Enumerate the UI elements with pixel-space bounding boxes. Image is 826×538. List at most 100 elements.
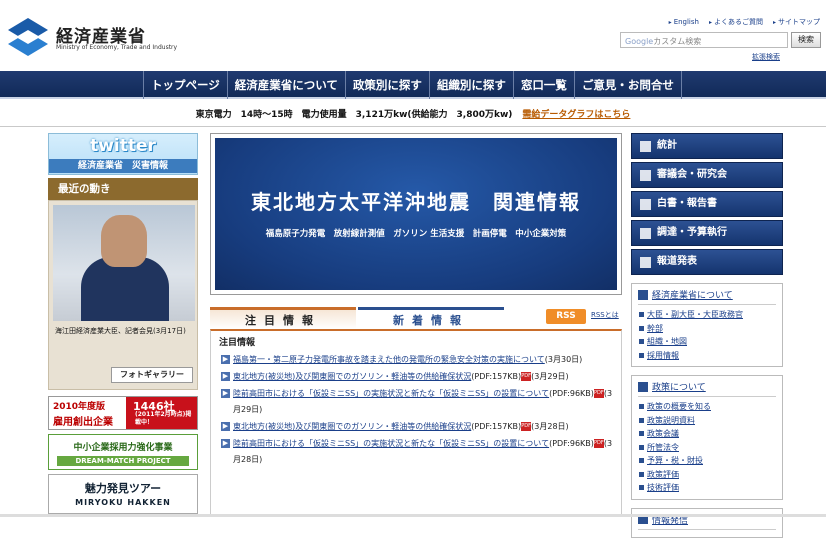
news-tabs: 注目情報 新着情報 RSS RSSとは — [210, 307, 622, 329]
pdf-icon: PDF — [593, 389, 604, 398]
nav-top-page[interactable]: トップページ — [143, 71, 227, 99]
english-link[interactable]: English — [669, 17, 699, 27]
chart-icon — [640, 140, 651, 152]
press-release-button[interactable]: 報道発表 — [631, 249, 783, 275]
nav-by-organization[interactable]: 組織別に探す — [428, 71, 513, 99]
right-column: 統計 審議会・研究会 白書・報告書 調達・予算執行 報道発表 経済産業省について… — [631, 133, 783, 538]
press-label: 報道発表 — [657, 256, 697, 267]
news-date: (3月29日) — [531, 372, 569, 381]
news-link[interactable]: 東北地方(被災地)及び関東圏でのガソリン・軽油等の供給確保状況 — [233, 422, 471, 431]
google-brand: Google — [625, 37, 654, 46]
book-icon — [640, 198, 651, 210]
rss-about-link[interactable]: RSSとは — [591, 310, 619, 320]
recent-photo-box: 海江田経済産業大臣、記者会見(3月17日) フォトギャラリー — [48, 200, 198, 390]
policy-overview-link[interactable]: 政策の概要を知る — [638, 400, 776, 414]
news-size: (PDF:157KB) — [471, 422, 522, 431]
procurement-button[interactable]: 調達・予算執行 — [631, 220, 783, 246]
advanced-search-link[interactable]: 拡張検索 — [752, 52, 780, 62]
divider — [0, 126, 826, 127]
tab-featured[interactable]: 注目情報 — [210, 307, 356, 329]
recruitment-link[interactable]: 採用情報 — [638, 349, 776, 363]
photo-gallery-button[interactable]: フォトギャラリー — [111, 367, 193, 383]
policy-meeting-link[interactable]: 政策会議 — [638, 427, 776, 441]
power-graph-link[interactable]: 需給データグラフはこちら — [522, 110, 630, 120]
twitter-logo: twitter — [90, 136, 156, 156]
hero-subtitle: 福島原子力発電 放射線計測値 ガソリン 生活支援 計画停電 中小企業対策 — [265, 229, 567, 239]
banner1-title: 雇用創出企業 — [53, 417, 113, 428]
tech-evaluation-link[interactable]: 技術評価 — [638, 481, 776, 495]
nav-by-policy[interactable]: 政策別に探す — [344, 71, 429, 99]
policy-box-title: 政策について — [652, 383, 706, 393]
minister-link[interactable]: 大臣・副大臣・大臣政務官 — [638, 308, 776, 322]
photo-head — [101, 215, 147, 267]
policy-box: 政策について 政策の概要を知る 政策説明資料 政策会議 所管法令 予算・税・財投… — [631, 375, 783, 500]
recent-heading: 最近の動き — [48, 178, 198, 200]
stats-label: 統計 — [657, 140, 677, 151]
news-panel: 注目情報 福島第一・第二原子力発電所事故を踏まえた他の発電所の緊急安全対策の実施… — [210, 329, 622, 515]
yen-icon — [640, 227, 651, 239]
nav-contacts[interactable]: 窓口一覧 — [512, 71, 574, 99]
logo-subtitle: Ministry of Economy, Trade and Industry — [56, 44, 178, 51]
arrow-icon — [638, 289, 648, 300]
pdf-icon: PDF — [593, 439, 604, 448]
laws-link[interactable]: 所管法令 — [638, 441, 776, 455]
top-links: English よくあるご質問 サイトマップ — [669, 17, 820, 27]
list-item: 陸前高田市における「仮設ミニSS」の実施状況と新たな「仮設ミニSS」の設置につい… — [219, 386, 613, 418]
news-link[interactable]: 福島第一・第二原子力発電所事故を踏まえた他の発電所の緊急安全対策の実施について — [233, 355, 545, 364]
pdf-icon: PDF — [521, 372, 532, 381]
sitemap-link[interactable]: サイトマップ — [773, 17, 820, 27]
council-label: 審議会・研究会 — [657, 169, 727, 180]
news-size: (PDF:157KB) — [471, 372, 522, 381]
banner1-note: (2011年2月時点)掲載中！ — [135, 411, 192, 426]
about-box: 経済産業省について 大臣・副大臣・大臣政務官 幹部 組織・地図 採用情報 — [631, 283, 783, 367]
executives-link[interactable]: 幹部 — [638, 322, 776, 336]
info-box: 情報発信 — [631, 507, 783, 538]
job-creation-banner[interactable]: 2010年度版 雇用創出企業 1446社 (2011年2月時点)掲載中！ — [48, 396, 198, 430]
search-button[interactable]: 検索 — [791, 32, 821, 48]
center-column: 東北地方太平洋沖地震 関連情報 福島原子力発電 放射線計測値 ガソリン 生活支援… — [210, 133, 622, 515]
council-button[interactable]: 審議会・研究会 — [631, 162, 783, 188]
stats-button[interactable]: 統計 — [631, 133, 783, 159]
search-placeholder: カスタム検索 — [653, 37, 702, 46]
about-box-heading[interactable]: 経済産業省について — [638, 288, 776, 305]
news-heading: 注目情報 — [219, 338, 256, 348]
left-column: twitter 経済産業省 災害情報 最近の動き 海江田経済産業大臣、記者会見(… — [48, 133, 198, 514]
budget-link[interactable]: 予算・税・財投 — [638, 454, 776, 468]
banner2-title: 中小企業採用力強化事業 — [73, 443, 173, 453]
photo-caption[interactable]: 海江田経済産業大臣、記者会見(3月17日) — [55, 325, 186, 338]
twitter-banner[interactable]: twitter 経済産業省 災害情報 — [48, 133, 198, 175]
faq-link[interactable]: よくあるご質問 — [709, 17, 763, 27]
pdf-icon: PDF — [521, 422, 532, 431]
policy-materials-link[interactable]: 政策説明資料 — [638, 414, 776, 428]
search-input[interactable]: Googleカスタム検索 — [620, 32, 788, 48]
whitepaper-button[interactable]: 白書・報告書 — [631, 191, 783, 217]
main-nav: トップページ 経済産業省について 政策別に探す 組織別に探す 窓口一覧 ご意見・… — [0, 71, 826, 99]
miryoku-banner[interactable]: 魅力発見ツアー MIRYOKU HAKKEN — [48, 474, 198, 514]
news-link[interactable]: 陸前高田市における「仮設ミニSS」の実施状況と新たな「仮設ミニSS」の設置につい… — [233, 439, 549, 448]
news-link[interactable]: 陸前高田市における「仮設ミニSS」の実施状況と新たな「仮設ミニSS」の設置につい… — [233, 389, 549, 398]
tab-new[interactable]: 新着情報 — [358, 307, 504, 329]
nav-feedback[interactable]: ご意見・お問合せ — [573, 71, 682, 99]
earthquake-hero-banner[interactable]: 東北地方太平洋沖地震 関連情報 福島原子力発電 放射線計測値 ガソリン 生活支援… — [210, 133, 622, 295]
banner1-year: 2010年度版 — [53, 402, 106, 412]
rss-icon[interactable]: RSS — [546, 309, 586, 324]
press-icon — [640, 256, 651, 268]
whitepaper-label: 白書・報告書 — [657, 198, 717, 209]
minister-photo[interactable] — [53, 205, 195, 321]
policy-evaluation-link[interactable]: 政策評価 — [638, 468, 776, 482]
power-usage-text: 東京電力 14時～15時 電力使用量 3,121万kw(供給能力 3,800万k… — [195, 110, 513, 120]
about-box-title: 経済産業省について — [652, 291, 733, 301]
procurement-label: 調達・予算執行 — [657, 227, 727, 238]
organization-map-link[interactable]: 組織・地図 — [638, 335, 776, 349]
list-item: 陸前高田市における「仮設ミニSS」の実施状況と新たな「仮設ミニSS」の設置につい… — [219, 436, 613, 468]
policy-box-heading[interactable]: 政策について — [638, 380, 776, 397]
dream-match-banner[interactable]: 中小企業採用力強化事業 DREAM-MATCH PROJECT — [48, 434, 198, 470]
arrow-icon — [638, 381, 648, 392]
nav-about[interactable]: 経済産業省について — [226, 71, 345, 99]
council-icon — [640, 169, 651, 181]
banner3-sub: MIRYOKU HAKKEN — [75, 498, 171, 507]
meti-logo-icon[interactable] — [8, 18, 48, 56]
news-size: (PDF:96KB) — [549, 389, 594, 398]
news-link[interactable]: 東北地方(被災地)及び関東圏でのガソリン・軽油等の供給確保状況 — [233, 372, 471, 381]
power-usage-bar: 東京電力 14時～15時 電力使用量 3,121万kw(供給能力 3,800万k… — [0, 107, 826, 120]
